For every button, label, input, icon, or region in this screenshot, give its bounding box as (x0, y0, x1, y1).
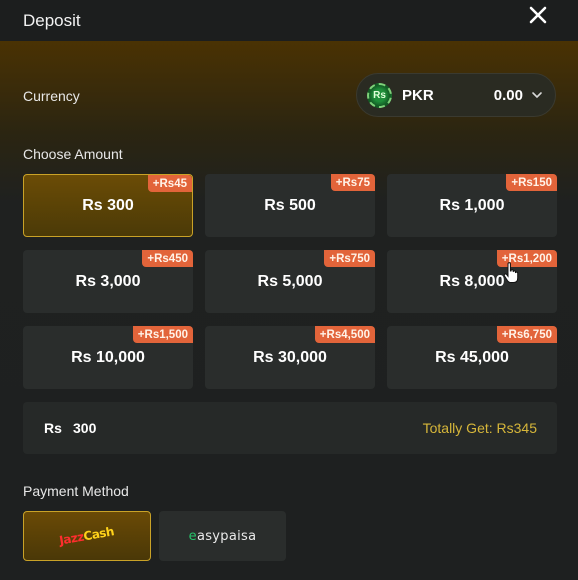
amount-option[interactable]: Rs 5,000 +Rs750 (205, 250, 375, 313)
amount-option[interactable]: Rs 1,000 +Rs150 (387, 174, 557, 237)
amount-value: Rs 300 (82, 196, 134, 214)
summary-currency: Rs (44, 420, 62, 436)
bonus-badge: +Rs45 (147, 175, 192, 192)
amount-option[interactable]: Rs 3,000 +Rs450 (23, 250, 193, 313)
modal-title: Deposit (23, 10, 81, 30)
payment-method-jazzcash[interactable]: JazzCash (23, 511, 151, 561)
jazzcash-logo: JazzCash (58, 524, 116, 548)
chevron-down-icon (531, 89, 543, 101)
bonus-badge: +Rs75 (330, 174, 375, 191)
amount-summary: Rs 300 Totally Get: Rs345 (23, 402, 557, 454)
amount-option[interactable]: Rs 30,000 +Rs4,500 (205, 326, 375, 389)
amount-value: Rs 45,000 (435, 348, 509, 366)
amount-option[interactable]: Rs 45,000 +Rs6,750 (387, 326, 557, 389)
rupee-coin-icon: Rs (367, 82, 392, 108)
modal-header: Deposit (0, 0, 578, 41)
amount-value: Rs 1,000 (439, 196, 505, 214)
currency-balance: 0.00 (493, 86, 523, 104)
amount-value: Rs 5,000 (257, 272, 323, 290)
bonus-badge: +Rs6,750 (496, 326, 557, 343)
bonus-badge: +Rs150 (506, 174, 557, 191)
close-button[interactable] (526, 3, 550, 27)
amount-option[interactable]: Rs 500 +Rs75 (205, 174, 375, 237)
bonus-badge: +Rs1,500 (132, 326, 193, 343)
currency-label: Currency (23, 88, 80, 104)
easypaisa-logo: easypaisa (188, 528, 257, 544)
choose-amount-label: Choose Amount (23, 146, 123, 162)
currency-code: PKR (402, 86, 434, 104)
amount-value: Rs 500 (264, 196, 316, 214)
bonus-badge: +Rs4,500 (314, 326, 375, 343)
amount-value: Rs 10,000 (71, 348, 145, 366)
amount-option[interactable]: Rs 8,000 +Rs1,200 (387, 250, 557, 313)
amount-value: Rs 3,000 (75, 272, 141, 290)
amount-option[interactable]: Rs 300 +Rs45 (23, 174, 193, 237)
amount-value: Rs 8,000 (439, 272, 505, 290)
bonus-badge: +Rs450 (142, 250, 193, 267)
amount-option[interactable]: Rs 10,000 +Rs1,500 (23, 326, 193, 389)
currency-select[interactable]: Rs PKR 0.00 (356, 73, 556, 117)
amount-value: Rs 30,000 (253, 348, 327, 366)
payment-method-easypaisa[interactable]: easypaisa (159, 511, 286, 561)
bonus-badge: +Rs750 (324, 250, 375, 267)
payment-method-label: Payment Method (23, 483, 129, 499)
hand-cursor-icon (503, 262, 519, 283)
total-get-text: Totally Get: Rs345 (422, 420, 537, 436)
summary-amount: 300 (73, 420, 97, 436)
close-icon (529, 6, 547, 24)
